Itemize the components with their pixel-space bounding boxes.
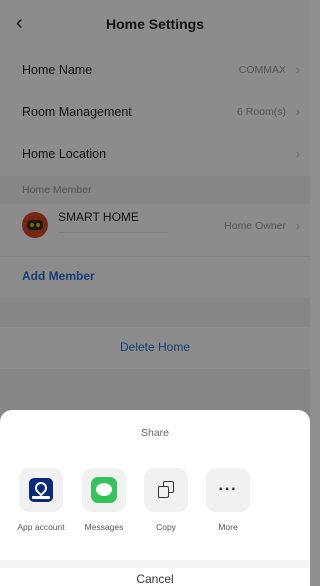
share-app-account[interactable]: App account: [10, 468, 72, 532]
share-targets: App account Messages Copy ··· More: [0, 468, 310, 538]
share-sheet: Share App account Messages Copy ··· More…: [0, 410, 310, 586]
messages-icon: [91, 477, 117, 503]
cancel-button[interactable]: Cancel: [0, 572, 310, 586]
share-tile[interactable]: [19, 468, 63, 512]
bubble-glyph: [96, 483, 112, 496]
share-sheet-title: Share: [140, 427, 170, 439]
share-target-label: App account: [17, 522, 65, 532]
share-copy[interactable]: Copy: [135, 468, 197, 532]
share-target-label: More: [218, 522, 238, 532]
brand-bar: [32, 496, 50, 499]
copy-front-sheet: [158, 486, 169, 498]
copy-icon: [158, 481, 174, 499]
divider: [0, 560, 310, 568]
share-tile[interactable]: [82, 468, 126, 512]
share-messages[interactable]: Messages: [73, 468, 135, 532]
share-more[interactable]: ··· More: [197, 468, 259, 532]
commax-app-icon: [29, 478, 53, 502]
share-tile[interactable]: [144, 468, 188, 512]
phone-glyph: [32, 479, 50, 497]
share-target-label: Copy: [156, 522, 176, 532]
share-target-label: Messages: [84, 522, 124, 532]
share-tile[interactable]: ···: [206, 468, 250, 512]
more-icon: ···: [218, 481, 238, 498]
